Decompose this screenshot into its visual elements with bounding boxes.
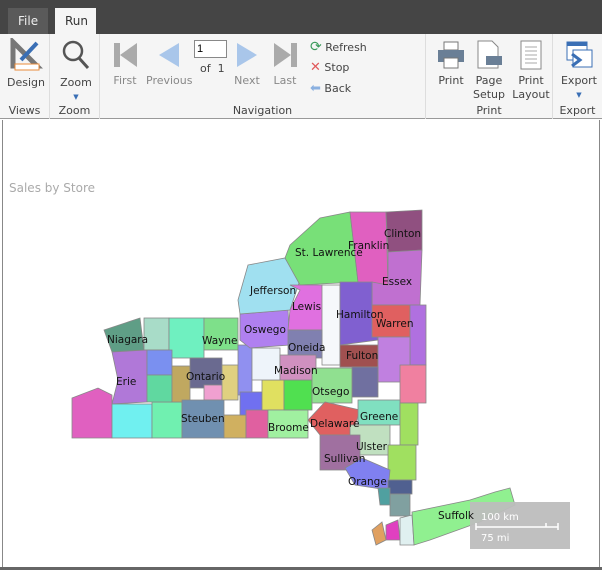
label-steuben: Steuben [181,413,225,425]
county-nassau[interactable] [399,514,415,546]
county-cattaraugus[interactable] [111,403,153,439]
county-rensselaer[interactable] [399,364,427,404]
label-ontario: Ontario [186,371,225,383]
label-suffolk: Suffolk [438,510,475,522]
county-cayuga[interactable] [237,344,253,396]
county-schoharie[interactable] [351,366,379,398]
county-tompkins[interactable] [261,379,285,411]
county-richmond[interactable] [371,521,387,546]
label-jefferson: Jefferson [249,285,296,297]
label-niagara: Niagara [107,334,148,346]
label-erie: Erie [116,376,136,388]
label-delaware: Delaware [310,418,359,430]
county-tioga[interactable] [245,409,269,439]
county-washington[interactable] [409,304,427,366]
label-greene: Greene [360,411,398,423]
county-columbia[interactable] [399,402,419,446]
label-ulster: Ulster [356,441,388,453]
label-lewis: Lewis [292,301,321,313]
label-clinton: Clinton [384,228,421,240]
county-chemung[interactable] [223,414,247,439]
county-monroe[interactable] [168,317,205,359]
label-warren: Warren [376,318,413,330]
label-sullivan: Sullivan [324,453,365,465]
county-genesee[interactable] [146,349,173,376]
county-putnam[interactable] [387,479,413,495]
county-westchester[interactable] [389,493,411,517]
county-chautauqua[interactable] [71,387,113,439]
label-oneida: Oneida [288,342,325,354]
label-broome: Broome [268,422,309,434]
new-york-county-map: Niagara Wayne Erie Ontario Steuben Osweg… [71,209,570,549]
label-essex: Essex [382,276,412,288]
scale-km-label: 100 km [481,512,519,523]
county-dutchess[interactable] [387,444,417,481]
county-yates[interactable] [203,384,225,401]
label-madison: Madison [274,365,318,377]
label-franklin: Franklin [348,240,389,252]
county-allegany[interactable] [151,401,183,439]
county-rockland[interactable] [377,487,391,506]
label-orange: Orange [348,476,387,488]
scale-mi-label: 75 mi [481,533,509,544]
label-oswego: Oswego [244,324,286,336]
label-wayne: Wayne [202,335,237,347]
label-otsego: Otsego [312,386,349,398]
label-fulton: Fulton [346,350,378,362]
county-wyoming[interactable] [146,374,173,403]
county-cortland[interactable] [283,379,313,411]
county-kings[interactable] [385,519,401,541]
